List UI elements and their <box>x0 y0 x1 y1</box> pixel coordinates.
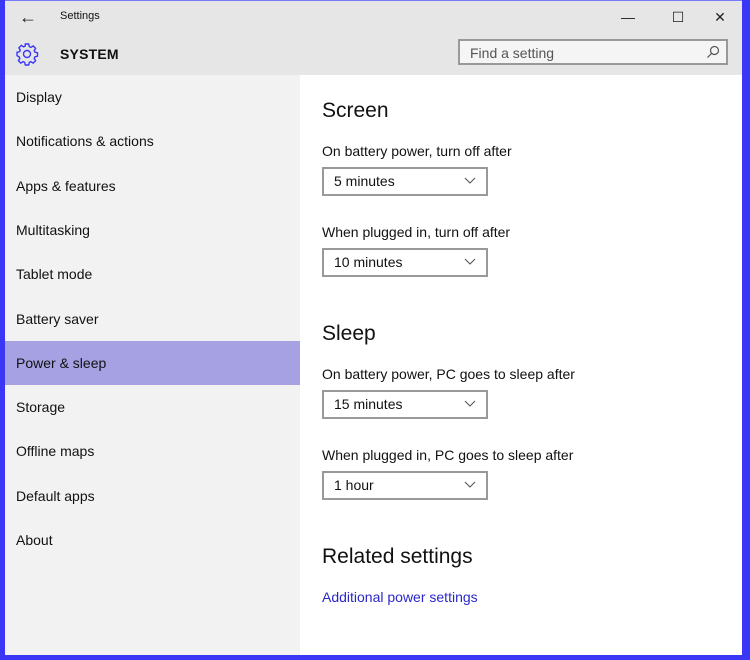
main-content: Screen On battery power, turn off after … <box>300 75 742 655</box>
screen-plugged-value: 10 minutes <box>334 254 403 270</box>
chevron-down-icon <box>464 400 476 407</box>
chevron-down-icon <box>464 177 476 184</box>
sleep-battery-label: On battery power, PC goes to sleep after <box>322 366 575 382</box>
settings-window: ← Settings — ☐ ✕ SYSTEM Find a setting D… <box>5 0 742 655</box>
sidebar-item-power-sleep[interactable]: Power & sleep <box>5 341 300 385</box>
screen-battery-label: On battery power, turn off after <box>322 143 512 159</box>
screen-battery-value: 5 minutes <box>334 173 395 189</box>
search-placeholder: Find a setting <box>470 45 555 61</box>
back-button[interactable]: ← <box>17 6 39 28</box>
sidebar-item-default-apps[interactable]: Default apps <box>5 474 300 518</box>
section-title: SYSTEM <box>60 46 119 62</box>
sidebar-item-tablet-mode[interactable]: Tablet mode <box>5 252 300 296</box>
search-input[interactable]: Find a setting <box>458 39 728 65</box>
search-icon <box>707 45 720 58</box>
sidebar-item-notifications[interactable]: Notifications & actions <box>5 119 300 163</box>
sidebar: Display Notifications & actions Apps & f… <box>5 75 300 655</box>
sidebar-item-offline-maps[interactable]: Offline maps <box>5 429 300 473</box>
sleep-plugged-label: When plugged in, PC goes to sleep after <box>322 447 574 463</box>
window-title: Settings <box>60 10 100 22</box>
maximize-button[interactable]: ☐ <box>661 5 695 29</box>
chevron-down-icon <box>464 481 476 488</box>
additional-power-settings-link[interactable]: Additional power settings <box>322 589 478 605</box>
minimize-button[interactable]: — <box>611 5 645 29</box>
gear-icon <box>16 43 39 66</box>
minimize-icon: — <box>621 9 635 25</box>
close-button[interactable]: ✕ <box>703 5 737 29</box>
related-settings-heading: Related settings <box>322 545 473 568</box>
close-icon: ✕ <box>714 9 726 25</box>
sleep-plugged-value: 1 hour <box>334 477 374 493</box>
sidebar-item-display[interactable]: Display <box>5 75 300 119</box>
sleep-heading: Sleep <box>322 322 376 345</box>
header: SYSTEM Find a setting <box>5 33 742 75</box>
screen-plugged-dropdown[interactable]: 10 minutes <box>322 248 488 277</box>
sidebar-item-storage[interactable]: Storage <box>5 385 300 429</box>
chevron-down-icon <box>464 258 476 265</box>
screen-plugged-label: When plugged in, turn off after <box>322 224 511 240</box>
maximize-icon: ☐ <box>671 9 685 25</box>
sleep-plugged-dropdown[interactable]: 1 hour <box>322 471 488 500</box>
screen-battery-dropdown[interactable]: 5 minutes <box>322 167 488 196</box>
sleep-battery-dropdown[interactable]: 15 minutes <box>322 390 488 419</box>
screen-heading: Screen <box>322 99 389 122</box>
sleep-battery-value: 15 minutes <box>334 396 403 412</box>
title-bar: ← Settings — ☐ ✕ <box>5 1 742 33</box>
sidebar-item-multitasking[interactable]: Multitasking <box>5 208 300 252</box>
arrow-left-icon: ← <box>19 7 37 27</box>
sidebar-item-apps-features[interactable]: Apps & features <box>5 164 300 208</box>
sidebar-item-battery-saver[interactable]: Battery saver <box>5 297 300 341</box>
sidebar-item-about[interactable]: About <box>5 518 300 562</box>
